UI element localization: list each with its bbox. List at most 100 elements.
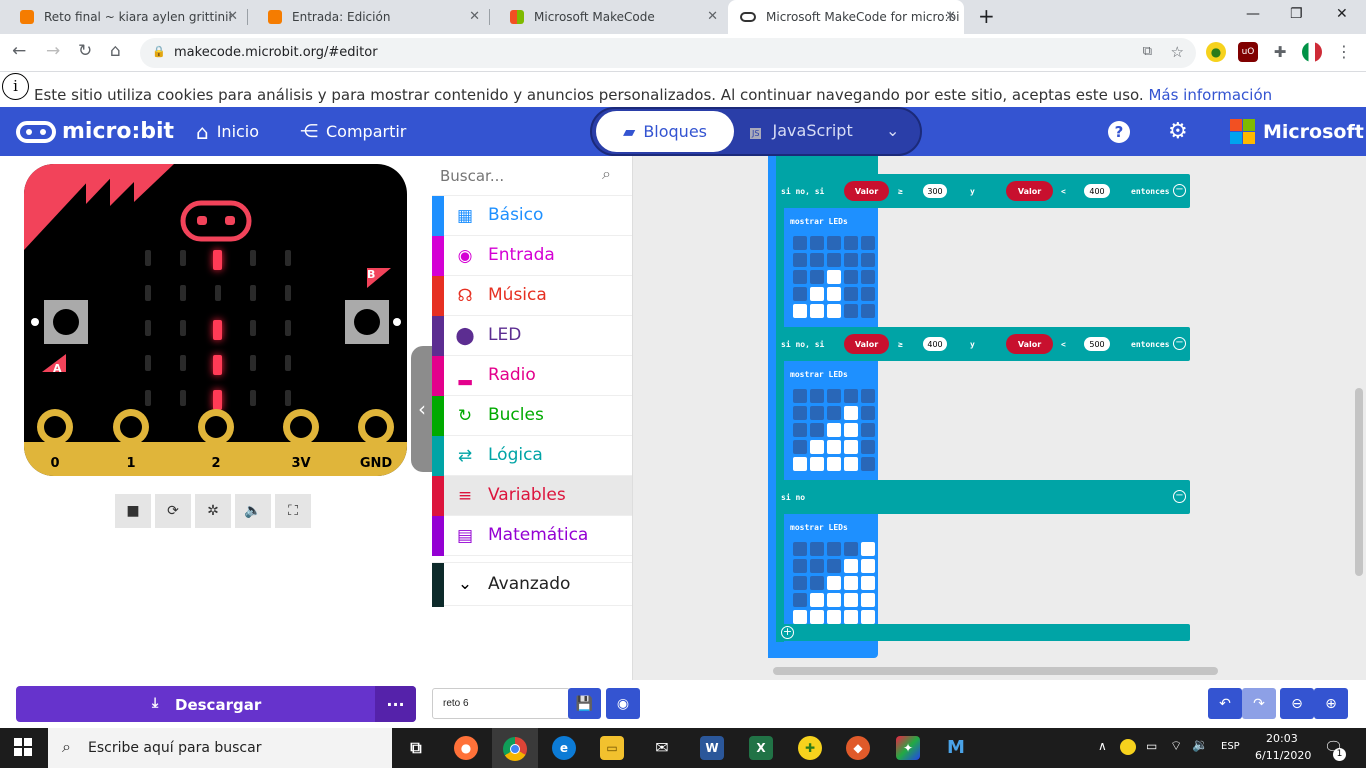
led-cell[interactable] <box>827 593 841 607</box>
led-cell[interactable] <box>861 406 875 420</box>
led-cell[interactable] <box>827 287 841 301</box>
remove-branch-icon[interactable]: − <box>1173 184 1186 197</box>
project-name-input[interactable] <box>432 688 570 719</box>
led-cell[interactable] <box>810 304 824 318</box>
firefox-icon[interactable]: ● <box>454 736 478 760</box>
excel-icon[interactable]: X <box>749 736 773 760</box>
restart-button[interactable]: ⟳ <box>155 494 191 528</box>
close-icon[interactable]: ✕ <box>707 9 718 24</box>
bookmark-star-icon[interactable]: ☆ <box>1171 43 1184 61</box>
led-cell[interactable] <box>861 440 875 454</box>
led-cell[interactable] <box>827 559 841 573</box>
led-cell[interactable] <box>793 559 807 573</box>
led-cell[interactable] <box>793 406 807 420</box>
undo-button[interactable]: ↶ <box>1208 688 1242 719</box>
category-headphones[interactable]: ☊ Música <box>432 276 632 316</box>
chrome-taskbar-button[interactable] <box>492 728 538 768</box>
download-button[interactable]: ⤓ Descargar ... <box>16 686 416 722</box>
variable-pill[interactable]: Valor <box>1006 181 1053 201</box>
led-cell[interactable] <box>844 559 858 573</box>
led-cell[interactable] <box>827 236 841 250</box>
clock-time[interactable]: 20:03 <box>1266 732 1298 745</box>
app-icon[interactable]: ◆ <box>846 736 870 760</box>
led-cell[interactable] <box>793 440 807 454</box>
zoom-in-button[interactable]: ⊕ <box>1314 688 1348 719</box>
category-signal[interactable]: ▂ Radio <box>432 356 632 396</box>
more-info-link[interactable]: Más información <box>1148 86 1272 104</box>
led-cell[interactable] <box>810 457 824 471</box>
led-cell[interactable] <box>844 406 858 420</box>
wifi-icon[interactable]: ⌔ <box>1170 738 1182 754</box>
translate-icon[interactable]: ⧉ <box>1143 44 1152 59</box>
led-cell[interactable] <box>810 610 824 624</box>
close-icon[interactable]: ✕ <box>945 9 956 24</box>
url-field[interactable]: 🔒 makecode.microbit.org/#editor ⧉ ☆ <box>140 38 1196 68</box>
remove-branch-icon[interactable]: − <box>1173 490 1186 503</box>
browser-tab[interactable]: Entrada: Edición ✕ <box>248 0 488 34</box>
zoom-out-button[interactable]: ⊖ <box>1280 688 1314 719</box>
else-if-row[interactable] <box>776 327 1190 361</box>
led-cell[interactable] <box>793 287 807 301</box>
browser-tab-active[interactable]: Microsoft MakeCode for micro:bi ✕ <box>728 0 964 34</box>
led-cell[interactable] <box>861 304 875 318</box>
minimize-button[interactable]: — <box>1246 6 1260 22</box>
led-cell[interactable] <box>844 610 858 624</box>
led-cell[interactable] <box>810 270 824 284</box>
extensions-puzzle-icon[interactable]: ✚ <box>1270 42 1290 62</box>
led-cell[interactable] <box>861 270 875 284</box>
led-cell[interactable] <box>861 542 875 556</box>
led-cell[interactable] <box>827 270 841 284</box>
variable-pill[interactable]: Valor <box>1006 334 1053 354</box>
led-cell[interactable] <box>810 576 824 590</box>
word-icon[interactable]: W <box>700 736 724 760</box>
profile-avatar[interactable] <box>1302 42 1322 62</box>
led-cell[interactable] <box>861 389 875 403</box>
new-tab-button[interactable]: + <box>978 4 995 28</box>
led-cell[interactable] <box>827 406 841 420</box>
led-cell[interactable] <box>793 576 807 590</box>
javascript-tab[interactable]: JS JavaScript <box>750 121 853 140</box>
forward-icon[interactable]: → <box>46 41 60 61</box>
variable-pill[interactable]: Valor <box>844 334 889 354</box>
led-cell[interactable] <box>861 576 875 590</box>
tray-chevron-icon[interactable]: ∧ <box>1098 739 1107 753</box>
led-cell[interactable] <box>861 423 875 437</box>
led-cell[interactable] <box>827 576 841 590</box>
number-field[interactable]: 300 <box>923 184 947 198</box>
more-options-button[interactable]: ... <box>375 686 416 722</box>
led-cell[interactable] <box>810 542 824 556</box>
led-cell[interactable] <box>844 576 858 590</box>
led-cell[interactable] <box>793 593 807 607</box>
led-cell[interactable] <box>810 253 824 267</box>
microsoft-logo[interactable]: Microsoft <box>1230 107 1364 156</box>
settings-gear-icon[interactable]: ⚙ <box>1168 107 1188 156</box>
close-icon[interactable]: ✕ <box>469 9 480 24</box>
maximize-button[interactable]: ❐ <box>1290 6 1303 22</box>
category-shuffle[interactable]: ⇄ Lógica <box>432 436 632 476</box>
led-cell[interactable] <box>793 423 807 437</box>
blocks-tab[interactable]: ▰ Bloques <box>596 111 734 152</box>
mute-button[interactable]: 🔈 <box>235 494 271 528</box>
led-cell[interactable] <box>844 593 858 607</box>
led-cell[interactable] <box>793 542 807 556</box>
file-explorer-icon[interactable]: ▭ <box>600 736 624 760</box>
led-cell[interactable] <box>793 304 807 318</box>
edge-icon[interactable]: e <box>552 736 576 760</box>
led-cell[interactable] <box>844 423 858 437</box>
redo-button[interactable]: ↷ <box>1242 688 1276 719</box>
led-cell[interactable] <box>810 389 824 403</box>
number-field[interactable]: 400 <box>1084 184 1110 198</box>
else-if-row[interactable] <box>776 174 1190 208</box>
toolbox-search[interactable]: ⌕ <box>432 156 632 196</box>
led-cell[interactable] <box>810 559 824 573</box>
led-cell[interactable] <box>793 270 807 284</box>
mail-icon[interactable]: ✉ <box>650 736 674 760</box>
led-cell[interactable] <box>793 457 807 471</box>
save-button[interactable]: 💾 <box>568 688 601 719</box>
led-cell[interactable] <box>827 253 841 267</box>
led-cell[interactable] <box>827 440 841 454</box>
debug-button[interactable]: ✲ <box>195 494 231 528</box>
home-icon[interactable]: ⌂ <box>110 41 121 61</box>
back-icon[interactable]: ← <box>12 41 26 61</box>
category-advanced[interactable]: ⌄ Avanzado <box>432 562 632 607</box>
